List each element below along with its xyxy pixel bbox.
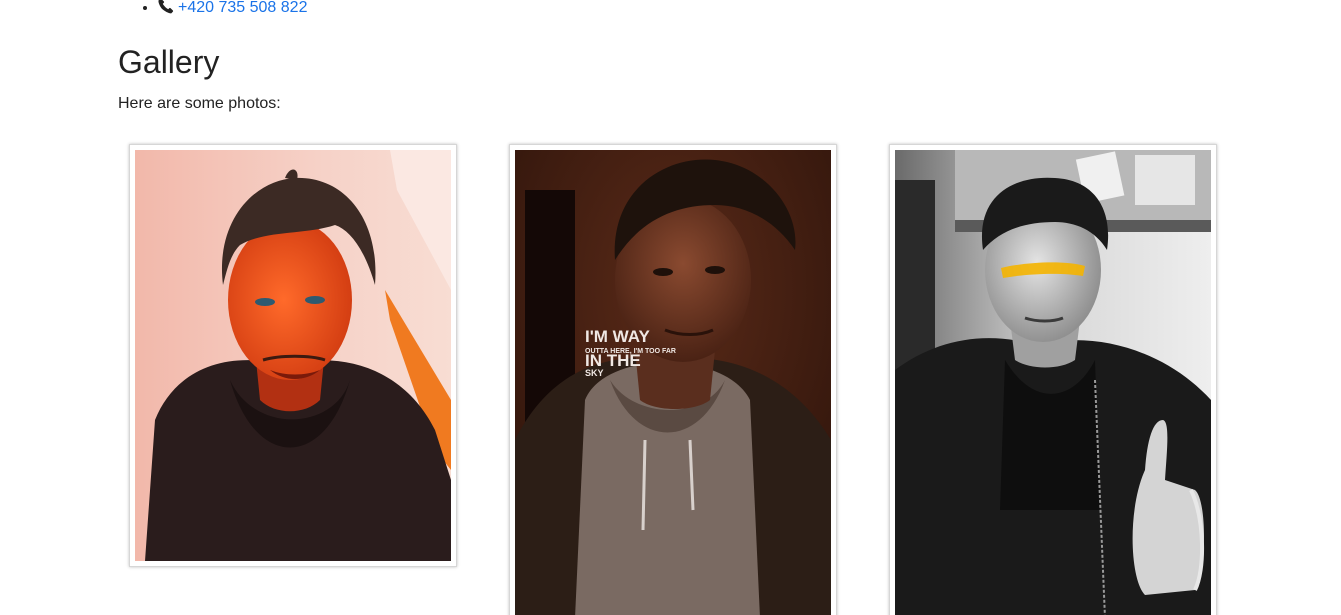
overlay-line-1: I'M WAY — [585, 327, 650, 346]
phone-link[interactable]: +420 735 508 822 — [178, 0, 307, 16]
gallery-photo-1[interactable] — [129, 144, 457, 567]
gallery-title: Gallery — [118, 44, 220, 80]
page: +420 735 508 822 Gallery Here are some p… — [0, 0, 1341, 615]
gallery-description: Here are some photos: — [118, 95, 281, 112]
gallery-photo-2[interactable]: I'M WAY OUTTA HERE, I'M TOO FAR IN THE S… — [509, 144, 837, 615]
contact-phone-item: +420 735 508 822 — [158, 0, 307, 20]
phone-icon — [158, 0, 174, 14]
contact-list: +420 735 508 822 — [118, 0, 307, 20]
gallery-photo-3[interactable] — [889, 144, 1217, 615]
portrait-photo-1 — [135, 150, 451, 561]
portrait-photo-3 — [895, 150, 1211, 615]
portrait-photo-2: I'M WAY OUTTA HERE, I'M TOO FAR IN THE S… — [515, 150, 831, 615]
overlay-line-4: SKY — [585, 368, 604, 378]
